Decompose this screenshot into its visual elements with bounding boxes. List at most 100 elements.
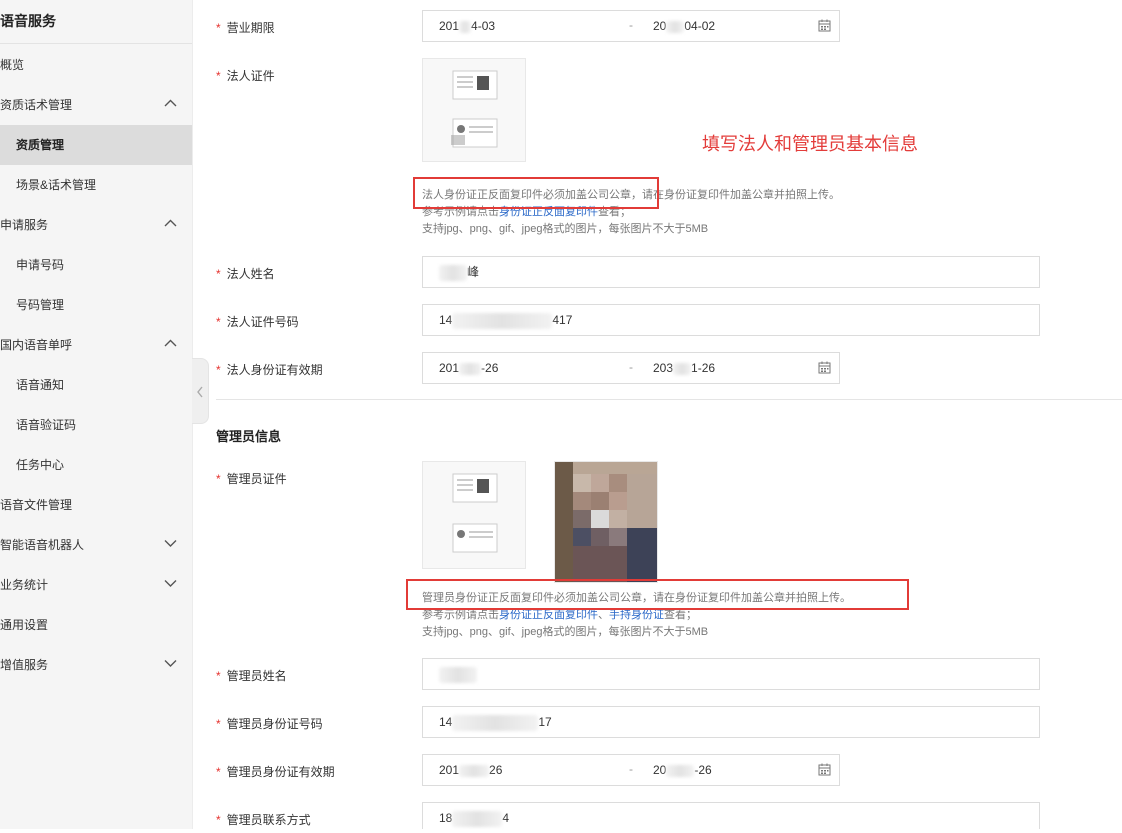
label-text: 管理员联系方式 xyxy=(226,813,311,827)
chevron-up-icon xyxy=(164,85,178,125)
sidebar-item-general-settings[interactable]: 通用设置 xyxy=(0,605,192,645)
required-mark: * xyxy=(216,813,221,827)
sidebar-item-label: 概览 xyxy=(0,58,25,72)
highlight-box xyxy=(413,177,659,209)
sidebar-item-number-manage[interactable]: 号码管理 xyxy=(0,285,192,325)
sidebar-item-label: 任务中心 xyxy=(16,458,65,472)
legal-name-label: * 法人姓名 xyxy=(216,265,275,282)
date-start: 201 26 xyxy=(439,763,503,777)
sidebar-item-label: 业务统计 xyxy=(0,578,49,592)
handheld-sample-link[interactable]: 手持身份证 xyxy=(609,609,664,621)
admin-validity-label: * 管理员身份证有效期 xyxy=(216,763,335,780)
required-mark: * xyxy=(216,472,221,486)
highlight-box xyxy=(406,579,909,610)
sidebar: 语音服务 概览 资质话术管理 资质管理 场景&话术管理 申请服务 申请号码 号码… xyxy=(0,0,193,829)
id-card-image xyxy=(423,59,525,161)
label-text: 管理员身份证有效期 xyxy=(226,765,335,779)
required-mark: * xyxy=(216,717,221,731)
sidebar-item-label: 语音文件管理 xyxy=(0,498,73,512)
sidebar-item-qualification[interactable]: 资质管理 xyxy=(0,125,192,165)
sidebar-item-label: 通用设置 xyxy=(0,618,49,632)
required-mark: * xyxy=(216,669,221,683)
sidebar-item-label: 号码管理 xyxy=(16,298,65,312)
chevron-up-icon xyxy=(164,205,178,245)
date-separator: - xyxy=(629,18,633,32)
sidebar-item-voice-robot[interactable]: 智能语音机器人 xyxy=(0,525,192,565)
sidebar-item-apply-number[interactable]: 申请号码 xyxy=(0,245,192,285)
admin-validity-daterange[interactable]: 201 26 - 20 -26 xyxy=(422,754,840,786)
date-end: 20 -26 xyxy=(653,763,712,777)
legal-name-input[interactable]: 峰 xyxy=(422,256,1040,288)
date-end: 20 04-02 xyxy=(653,19,716,33)
sidebar-item-qualification-script[interactable]: 资质话术管理 xyxy=(0,85,192,125)
sidebar-item-label: 增值服务 xyxy=(0,658,49,672)
chevron-down-icon xyxy=(164,565,178,605)
label-text: 管理员证件 xyxy=(226,472,287,486)
admin-id-input[interactable]: 14 17 xyxy=(422,706,1040,738)
sidebar-item-value-added[interactable]: 增值服务 xyxy=(0,645,192,685)
label-text: 营业期限 xyxy=(226,21,275,35)
calendar-icon[interactable] xyxy=(818,19,831,35)
label-text: 法人姓名 xyxy=(226,267,275,281)
sidebar-title: 语音服务 xyxy=(0,0,192,44)
business-term-daterange[interactable]: 201 4-03 - 20 04-02 xyxy=(422,10,840,42)
sample-link[interactable]: 身份证正反面复印件 xyxy=(499,609,598,621)
required-mark: * xyxy=(216,315,221,329)
sidebar-item-overview[interactable]: 概览 xyxy=(0,45,192,85)
chevron-down-icon xyxy=(164,645,178,685)
sidebar-item-label: 语音验证码 xyxy=(16,418,77,432)
label-text: 法人身份证有效期 xyxy=(226,363,323,377)
legal-id-label: * 法人证件号码 xyxy=(216,313,299,330)
admin-handheld-photo[interactable] xyxy=(554,461,658,583)
id-card-image xyxy=(423,462,525,568)
chevron-up-icon xyxy=(164,325,178,365)
sidebar-item-task-center[interactable]: 任务中心 xyxy=(0,445,192,485)
admin-name-input[interactable] xyxy=(422,658,1040,690)
sidebar-item-label: 资质话术管理 xyxy=(0,98,73,112)
sidebar-item-label: 国内语音单呼 xyxy=(0,338,73,352)
sidebar-item-label: 场景&话术管理 xyxy=(16,178,97,192)
sidebar-item-label: 资质管理 xyxy=(16,138,65,152)
legal-cert-thumbnail[interactable] xyxy=(422,58,526,162)
legal-hint-3: 支持jpg、png、gif、jpeg格式的图片，每张图片不大于5MB xyxy=(422,223,709,235)
label-text: 管理员姓名 xyxy=(226,669,287,683)
admin-cert-thumbnail[interactable] xyxy=(422,461,526,569)
label-text: 管理员身份证号码 xyxy=(226,717,323,731)
admin-id-label: * 管理员身份证号码 xyxy=(216,715,323,732)
label-text: 法人证件号码 xyxy=(226,315,299,329)
sidebar-item-label: 申请服务 xyxy=(0,218,49,232)
required-mark: * xyxy=(216,363,221,377)
required-mark: * xyxy=(216,21,221,35)
sidebar-item-voice-code[interactable]: 语音验证码 xyxy=(0,405,192,445)
admin-contact-label: * 管理员联系方式 xyxy=(216,811,311,828)
required-mark: * xyxy=(216,765,221,779)
admin-name-label: * 管理员姓名 xyxy=(216,667,287,684)
legal-validity-daterange[interactable]: 201 -26 - 203 1-26 xyxy=(422,352,840,384)
sidebar-item-scene-script[interactable]: 场景&话术管理 xyxy=(0,165,192,205)
calendar-icon[interactable] xyxy=(818,763,831,779)
required-mark: * xyxy=(216,267,221,281)
date-start: 201 4-03 xyxy=(439,19,496,33)
date-start: 201 -26 xyxy=(439,361,499,375)
sidebar-item-apply-service[interactable]: 申请服务 xyxy=(0,205,192,245)
sidebar-item-voice-notice[interactable]: 语音通知 xyxy=(0,365,192,405)
date-end: 203 1-26 xyxy=(653,361,716,375)
sidebar-item-domestic-call[interactable]: 国内语音单呼 xyxy=(0,325,192,365)
chevron-down-icon xyxy=(164,525,178,565)
admin-contact-input[interactable]: 18 4 xyxy=(422,802,1040,829)
photo-image xyxy=(555,462,657,582)
business-term-label: * 营业期限 xyxy=(216,19,275,36)
sidebar-collapse-toggle[interactable] xyxy=(192,358,209,424)
calendar-icon[interactable] xyxy=(818,361,831,377)
sidebar-item-voice-files[interactable]: 语音文件管理 xyxy=(0,485,192,525)
sidebar-item-stats[interactable]: 业务统计 xyxy=(0,565,192,605)
date-separator: - xyxy=(629,762,633,776)
legal-id-input[interactable]: 14 417 xyxy=(422,304,1040,336)
admin-cert-label: * 管理员证件 xyxy=(216,470,287,487)
section-divider xyxy=(216,399,1122,400)
sidebar-item-label: 申请号码 xyxy=(16,258,65,272)
label-text: 法人证件 xyxy=(226,69,275,83)
sidebar-item-label: 智能语音机器人 xyxy=(0,538,85,552)
legal-cert-label: * 法人证件 xyxy=(216,67,275,84)
admin-section-title: 管理员信息 xyxy=(216,429,282,444)
